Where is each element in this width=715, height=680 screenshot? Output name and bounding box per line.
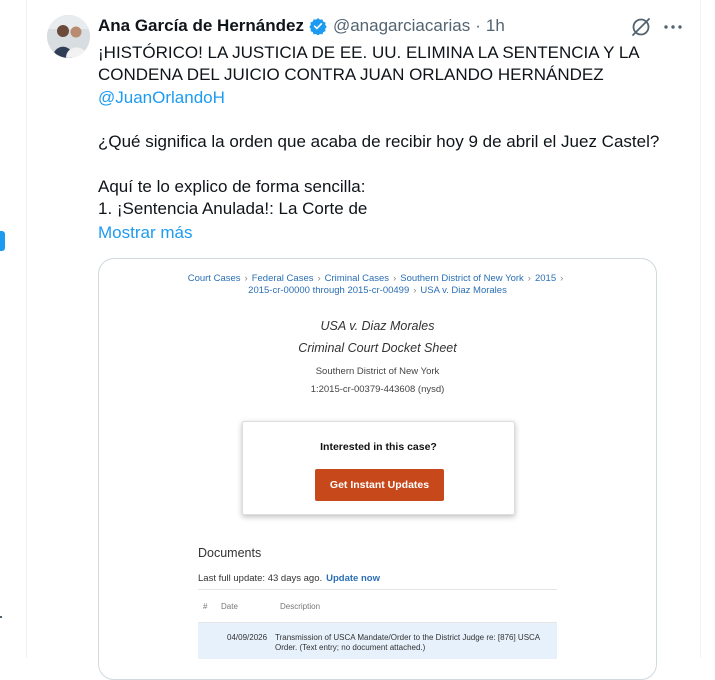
interest-card: Interested in this case? Get Instant Upd…: [242, 421, 515, 515]
breadcrumb-separator: ›: [413, 285, 417, 296]
docket-number: 1:2015-cr-00379-443608 (nysd): [310, 384, 445, 395]
documents-heading: Documents: [198, 546, 262, 560]
tweet-header: Ana García de Hernández @anagarciacarias…: [98, 14, 505, 38]
row-date: 04/09/2026: [227, 633, 268, 642]
tweet-headline: ¡HISTÓRICO! LA JUSTICIA DE EE. UU. ELIMI…: [98, 43, 639, 85]
row-description: Transmission of USCA Mandate/Order to th…: [275, 633, 540, 652]
get-updates-button: Get Instant Updates: [315, 469, 444, 501]
grok-icon[interactable]: [630, 16, 652, 38]
sidebar-edge-indicator[interactable]: [0, 231, 5, 251]
column-header-number: #: [203, 602, 208, 611]
documents-table: # Date Description 04/09/2026 Transmissi…: [198, 589, 557, 659]
breadcrumb-separator: ›: [393, 273, 397, 284]
breadcrumb-separator: ›: [527, 273, 531, 284]
last-update-text: Last full update: 43 days ago.: [198, 573, 323, 584]
tweet-text: ¡HISTÓRICO! LA JUSTICIA DE EE. UU. ELIMI…: [98, 42, 688, 220]
breadcrumb-item: Court Cases: [187, 273, 241, 284]
breadcrumb-item: USA v. Diaz Morales: [420, 285, 507, 296]
show-more-link[interactable]: Mostrar más: [98, 223, 192, 243]
mention-link[interactable]: @JuanOrlandoH: [98, 87, 688, 109]
case-title: USA v. Diaz Morales: [320, 319, 435, 333]
author-name[interactable]: Ana García de Hernández: [98, 16, 304, 36]
tweet-time[interactable]: 1h: [486, 16, 505, 36]
more-options-icon[interactable]: [662, 20, 684, 34]
verified-badge-icon: [309, 17, 327, 36]
sidebar-edge-dot: [0, 616, 2, 618]
breadcrumb-item: 2015: [534, 273, 557, 284]
breadcrumb-item: Southern District of New York: [400, 273, 524, 284]
tweet-question: ¿Qué significa la orden que acaba de rec…: [98, 132, 660, 152]
breadcrumb: Court Cases › Federal Cases › Criminal Cases…: [99, 273, 656, 297]
avatar[interactable]: [47, 15, 90, 58]
update-now-link: Update now: [326, 573, 380, 584]
last-update-line: Last full update: 43 days ago. Update now: [198, 573, 380, 584]
table-row: 04/09/2026 Transmission of USCA Mandate/…: [198, 623, 557, 659]
breadcrumb-separator: ›: [244, 273, 248, 284]
column-header-description: Description: [280, 602, 321, 611]
breadcrumb-item: Federal Cases: [251, 273, 314, 284]
table-header: # Date Description: [198, 589, 557, 623]
column-header-date: Date: [221, 602, 238, 611]
interest-question: Interested in this case?: [320, 441, 437, 453]
tweet-line-intro: Aquí te lo explico de forma sencilla:: [98, 176, 366, 196]
breadcrumb-item: Criminal Cases: [324, 273, 390, 284]
tweet-line-point: 1. ¡Sentencia Anulada!: La Corte de: [98, 199, 368, 219]
breadcrumb-item: 2015-cr-00000 through 2015-cr-00499: [248, 285, 410, 296]
author-handle[interactable]: @anagarciacarias: [333, 16, 470, 36]
timeline-left-border: [26, 0, 27, 658]
breadcrumb-separator: ›: [560, 273, 564, 284]
court-name: Southern District of New York: [315, 366, 440, 377]
docket-sheet-title: Criminal Court Docket Sheet: [298, 341, 457, 355]
attached-image[interactable]: Court Cases › Federal Cases › Criminal Cases…: [98, 258, 657, 680]
timeline-right-border: [700, 0, 701, 658]
header-separator: ·: [475, 16, 481, 35]
breadcrumb-separator: ›: [317, 273, 321, 284]
